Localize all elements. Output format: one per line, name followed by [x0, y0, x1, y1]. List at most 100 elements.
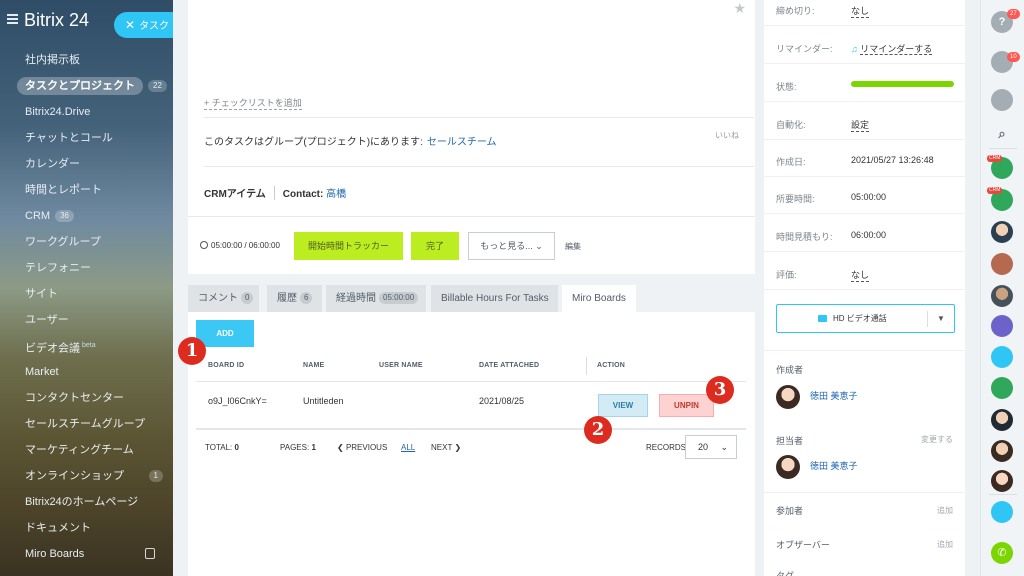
- sidebar-item-chat[interactable]: チャットとコール: [0, 125, 173, 151]
- user-avatar[interactable]: [991, 377, 1013, 399]
- status-progress-bar: [851, 81, 954, 87]
- rating-row: 評価: なし: [776, 268, 956, 282]
- sidebar-item-drive[interactable]: Bitrix24.Drive: [0, 99, 173, 125]
- tab-elapsed-time[interactable]: 経過時間 05:00:00: [326, 285, 426, 312]
- chevron-down-icon[interactable]: ▼: [937, 305, 945, 332]
- star-icon[interactable]: ★: [733, 0, 746, 17]
- hd-video-call-button[interactable]: HD ビデオ通話 ▼: [776, 304, 955, 333]
- sidebar-item-calendar[interactable]: カレンダー: [0, 151, 173, 177]
- previous-page-link[interactable]: ❮ PREVIOUS: [337, 443, 387, 452]
- divider: [989, 494, 1017, 495]
- sidebar-item-feed[interactable]: 社内掲示板: [0, 47, 173, 73]
- records-select[interactable]: 20 ⌄: [685, 435, 737, 459]
- unpin-button[interactable]: UNPIN: [659, 394, 714, 417]
- more-button[interactable]: もっと見る... ⌄: [468, 232, 555, 260]
- sidebar-item-contact-center[interactable]: コンタクトセンター: [0, 385, 173, 411]
- creator-name[interactable]: 徳田 美恵子: [810, 389, 858, 402]
- automation-value[interactable]: 設定: [851, 118, 870, 132]
- sidebar-item-documents[interactable]: ドキュメント: [0, 515, 173, 541]
- video-chat-icon[interactable]: [991, 315, 1013, 337]
- sidebar-item-label: チャットとコール: [25, 132, 113, 144]
- group-line: このタスクはグループ(プロジェクト)にあります: セールスチーム: [204, 133, 497, 148]
- user-avatar[interactable]: [991, 409, 1013, 431]
- edit-link[interactable]: 編集: [565, 241, 581, 252]
- column-action: ACTION: [597, 362, 626, 369]
- sidebar-item-miro-boards[interactable]: Miro Boards: [0, 541, 173, 567]
- like-link[interactable]: いいね: [715, 130, 739, 141]
- sidebar-item-workgroups[interactable]: ワークグループ: [0, 229, 173, 255]
- add-participant-link[interactable]: 追加: [937, 505, 953, 516]
- search-icon[interactable]: ⌕: [991, 123, 1013, 145]
- estimate-label: 時間見積もり:: [776, 232, 833, 242]
- sidebar-item-marketing[interactable]: マーケティングチーム: [0, 437, 173, 463]
- change-assignee-link[interactable]: 変更する: [921, 434, 953, 445]
- tab-label: Miro Boards: [572, 293, 626, 304]
- add-observer-link[interactable]: 追加: [937, 539, 953, 550]
- sidebar-item-label: 社内掲示板: [25, 54, 80, 66]
- records-label: RECORDS:: [646, 443, 689, 452]
- sidebar-item-label: マーケティングチーム: [25, 444, 134, 456]
- sidebar-item-users[interactable]: ユーザー: [0, 307, 173, 333]
- sidebar-counter: 22: [148, 80, 167, 92]
- sidebar-item-crm[interactable]: CRM 36: [0, 203, 173, 229]
- contact-name-link[interactable]: 高橋: [326, 189, 346, 200]
- assignee-label: 担当者: [776, 436, 804, 446]
- video-chat-icon[interactable]: [991, 253, 1013, 275]
- add-checklist-link[interactable]: + チェックリストを追加: [204, 96, 302, 110]
- pages-count: PAGES: 1: [280, 443, 316, 452]
- sidebar-item-online-shop[interactable]: オンラインショップ 1: [0, 463, 173, 489]
- sidebar-item-label: Market: [25, 366, 59, 378]
- user-avatar[interactable]: [991, 440, 1013, 462]
- apps-icon[interactable]: [991, 501, 1013, 523]
- rating-value[interactable]: なし: [851, 268, 870, 282]
- sidebar-item-video-conf[interactable]: ビデオ会議 beta: [0, 333, 173, 359]
- chevron-right-icon: ❯: [454, 443, 462, 452]
- start-tracker-button[interactable]: 開始時間トラッカー: [294, 232, 403, 260]
- deadline-value[interactable]: なし: [851, 4, 870, 18]
- tab-comments[interactable]: コメント 0: [188, 285, 259, 312]
- created-row: 作成日: 2021/05/27 13:26:48: [776, 155, 956, 168]
- tab-billable-hours[interactable]: Billable Hours For Tasks: [431, 285, 558, 312]
- tab-miro-boards[interactable]: Miro Boards: [562, 285, 636, 312]
- sidebar-item-telephony[interactable]: テレフォニー: [0, 255, 173, 281]
- divider: [927, 311, 928, 327]
- complete-button[interactable]: 完了: [411, 232, 459, 260]
- view-button[interactable]: VIEW: [598, 394, 648, 417]
- sidebar-item-homepage[interactable]: Bitrix24のホームページ: [0, 489, 173, 515]
- sidebar-item-sales-team[interactable]: セールスチームグループ: [0, 411, 173, 437]
- sidebar-menu: 社内掲示板 タスクとプロジェクト 22 Bitrix24.Drive チャットとコ…: [0, 47, 173, 567]
- user-avatar[interactable]: [991, 470, 1013, 492]
- tab-history[interactable]: 履歴 6: [267, 285, 322, 312]
- column-board-id: BOARD ID: [208, 362, 245, 369]
- sidebar-item-label: カレンダー: [25, 158, 80, 170]
- reminder-link[interactable]: ♫ リマインダーする: [851, 42, 933, 55]
- all-pages-link[interactable]: ALL: [401, 443, 415, 452]
- divider: [989, 148, 1017, 149]
- group-link[interactable]: セールスチーム: [427, 137, 497, 148]
- crm-line: CRMアイテム Contact: 高橋: [204, 185, 346, 200]
- sidebar-item-tasks[interactable]: タスクとプロジェクト 22: [0, 73, 173, 99]
- user-avatar[interactable]: [991, 221, 1013, 243]
- divider: [764, 176, 965, 177]
- video-chat-icon[interactable]: [991, 346, 1013, 368]
- app-icon: [145, 548, 155, 559]
- task-close-button[interactable]: ✕ タスク: [114, 12, 173, 38]
- add-board-button[interactable]: ADD: [196, 320, 254, 347]
- tab-label: 履歴: [277, 293, 297, 304]
- chat-icon[interactable]: [991, 89, 1013, 111]
- phone-icon[interactable]: ✆: [991, 542, 1013, 564]
- timer-value: 05:00:00 / 06:00:00: [211, 241, 280, 250]
- divider: [764, 492, 965, 493]
- next-page-link[interactable]: NEXT ❯: [431, 443, 461, 452]
- sidebar-item-sites[interactable]: サイト: [0, 281, 173, 307]
- left-sidebar: Bitrix 24 ✕ タスク 社内掲示板 タスクとプロジェクト 22 Bitrix…: [0, 0, 173, 576]
- participants-label: 参加者: [776, 506, 804, 516]
- estimate-row: 時間見積もり: 06:00:00: [776, 230, 956, 243]
- sidebar-item-time-reports[interactable]: 時間とレポート: [0, 177, 173, 203]
- logo[interactable]: Bitrix 24: [24, 10, 89, 31]
- menu-burger-icon[interactable]: [7, 14, 18, 24]
- sidebar-item-market[interactable]: Market: [0, 359, 173, 385]
- assignee-name[interactable]: 徳田 美恵子: [810, 459, 858, 472]
- user-avatar[interactable]: [991, 285, 1013, 307]
- tab-count: 0: [241, 292, 254, 304]
